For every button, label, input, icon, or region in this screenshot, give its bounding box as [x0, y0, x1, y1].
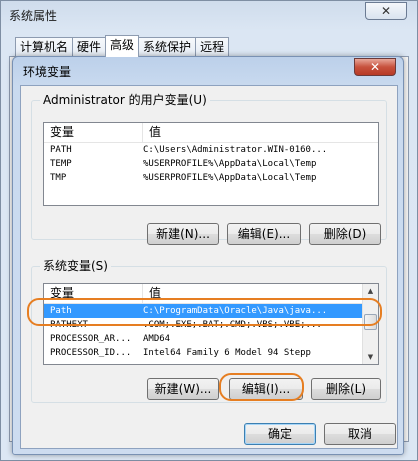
user-list-header: 变量 值	[44, 123, 378, 143]
system-delete-button[interactable]: 删除(L)	[311, 378, 381, 400]
variable-value: .COM;.EXE;.BAT;.CMD;.VBS;.VBE;...	[143, 320, 322, 330]
vertical-scrollbar[interactable]: ▲ ▼	[362, 284, 378, 364]
user-edit-button[interactable]: 编辑(E)...	[227, 223, 301, 245]
user-new-button[interactable]: 新建(N)...	[147, 223, 219, 245]
variable-name: Path	[50, 306, 72, 316]
variable-value: %USERPROFILE%\AppData\Local\Temp	[143, 159, 317, 169]
table-row[interactable]: PATHEXT .COM;.EXE;.BAT;.CMD;.VBS;.VBE;..…	[44, 318, 362, 332]
column-value[interactable]: 值	[143, 284, 378, 303]
variable-value: AMD64	[143, 334, 171, 344]
dialog-title: 环境变量	[23, 65, 72, 79]
table-row[interactable]: PROCESSOR_ID... Intel64 Family 6 Model 9…	[44, 346, 362, 360]
user-variables-list[interactable]: 变量 值 PATH C:\Users\Administrator.WIN-016…	[43, 122, 379, 206]
column-variable[interactable]: 变量	[44, 123, 143, 142]
variable-name: PATH	[50, 145, 72, 155]
variable-name: PROCESSOR_ID...	[50, 348, 132, 358]
system-new-button[interactable]: 新建(W)...	[147, 378, 219, 400]
table-row[interactable]: PATH C:\Users\Administrator.WIN-0160...	[44, 143, 378, 157]
tab-computer-name[interactable]: 计算机名	[15, 37, 74, 57]
tab-strip: 计算机名 硬件 高级 系统保护 远程	[15, 35, 230, 57]
table-row[interactable]: PROCESSOR_AR... AMD64	[44, 332, 362, 346]
variable-value: C:\ProgramData\Oracle\Java\java...	[143, 306, 328, 316]
column-value[interactable]: 值	[143, 123, 378, 142]
dialog-body: Administrator 的用户变量(U) 变量 值 PATH C:\User…	[20, 85, 398, 449]
system-list-header: 变量 值	[44, 284, 378, 304]
variable-name: TMP	[50, 173, 67, 183]
variable-value: C:\Users\Administrator.WIN-0160...	[143, 145, 328, 155]
ok-button[interactable]: 确定	[244, 423, 316, 445]
window-title: 系统属性	[9, 9, 58, 23]
variable-value: %USERPROFILE%\AppData\Local\Temp	[143, 173, 317, 183]
environment-variables-dialog: 环境变量 ✕ Administrator 的用户变量(U) 变量 值 PATH …	[12, 56, 404, 455]
table-row-selected[interactable]: Path C:\ProgramData\Oracle\Java\java...	[44, 304, 362, 318]
tab-advanced[interactable]: 高级	[105, 35, 140, 57]
system-variables-list[interactable]: 变量 值 Path C:\ProgramData\Oracle\Java\jav…	[43, 283, 379, 365]
cancel-button[interactable]: 取消	[324, 423, 396, 445]
user-delete-button[interactable]: 删除(D)	[309, 223, 381, 245]
table-row[interactable]: TEMP %USERPROFILE%\AppData\Local\Temp	[44, 157, 378, 171]
tab-remote[interactable]: 远程	[195, 37, 230, 57]
column-variable[interactable]: 变量	[44, 284, 143, 303]
system-edit-button[interactable]: 编辑(I)...	[229, 378, 303, 400]
system-variables-legend: 系统变量(S)	[40, 259, 111, 273]
scroll-down-arrow-icon[interactable]: ▼	[363, 350, 378, 364]
variable-name: PATHEXT	[50, 320, 88, 330]
tab-system-protection[interactable]: 系统保护	[138, 37, 197, 57]
variable-name: TEMP	[50, 159, 72, 169]
tab-hardware[interactable]: 硬件	[72, 37, 107, 57]
variable-value: Intel64 Family 6 Model 94 Stepp	[143, 348, 311, 358]
scroll-thumb[interactable]	[364, 314, 377, 330]
variable-name: PROCESSOR_AR...	[50, 334, 132, 344]
scroll-up-arrow-icon[interactable]: ▲	[363, 284, 378, 298]
table-row[interactable]: TMP %USERPROFILE%\AppData\Local\Temp	[44, 171, 378, 185]
user-variables-legend: Administrator 的用户变量(U)	[40, 93, 210, 107]
window-close-button[interactable]: ✕	[365, 2, 407, 20]
dialog-close-button[interactable]: ✕	[354, 58, 396, 76]
